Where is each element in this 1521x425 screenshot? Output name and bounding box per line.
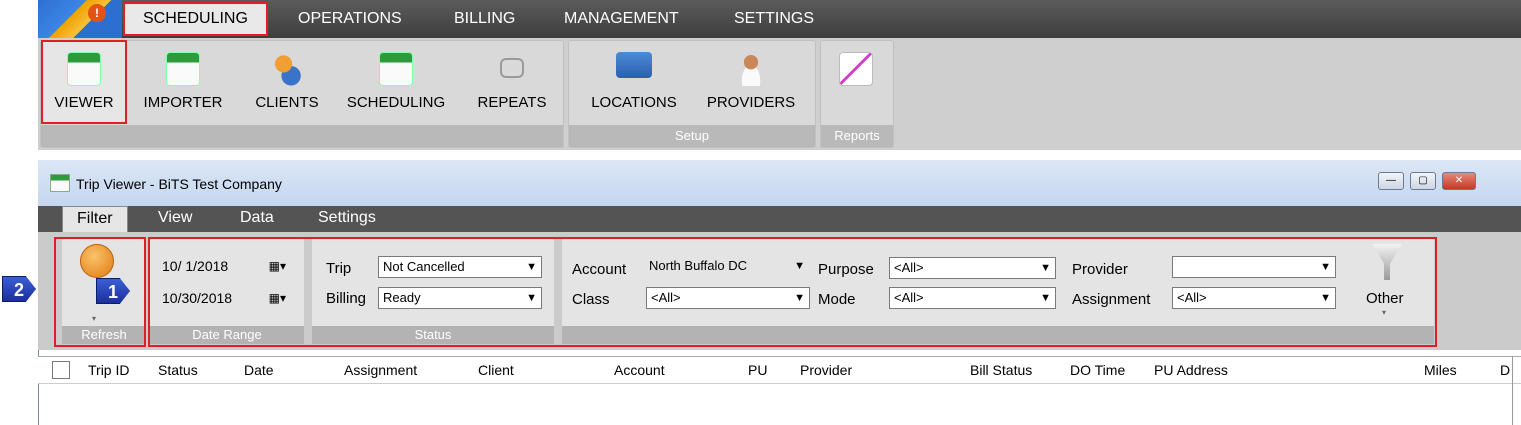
scheduling-button[interactable]: SCHEDULING — [340, 42, 452, 111]
date-from-picker[interactable]: 10/ 1/2018 ▦▾ — [158, 256, 290, 278]
chevron-down-icon: ▼ — [1040, 292, 1051, 304]
calendar-import-icon — [166, 52, 200, 86]
maximize-button[interactable]: ▢ — [1410, 172, 1436, 190]
purpose-select[interactable]: <All> ▼ — [889, 257, 1056, 279]
repeats-button[interactable]: REPEATS — [470, 42, 554, 111]
chevron-down-icon: ▼ — [1320, 261, 1331, 273]
column-header[interactable]: Status — [158, 362, 198, 378]
trip-select[interactable]: Not Cancelled ▼ — [378, 256, 542, 278]
calendar-schedule-icon — [379, 52, 413, 86]
app-logo[interactable]: ! — [38, 0, 122, 38]
menu-operations[interactable]: OPERATIONS — [280, 0, 420, 38]
billing-select[interactable]: Ready ▼ — [378, 287, 542, 309]
viewer-button[interactable]: VIEWER — [41, 40, 127, 124]
provider-person-icon — [734, 52, 768, 86]
people-icon — [270, 52, 304, 86]
class-label: Class — [572, 291, 610, 308]
provider-select[interactable]: ▼ — [1172, 256, 1336, 278]
chevron-down-icon: ▼ — [794, 292, 805, 304]
column-header[interactable]: Account — [614, 362, 665, 378]
billing-label: Billing — [326, 290, 367, 307]
callout-2: 2 — [2, 276, 36, 302]
account-label: Account — [572, 261, 627, 278]
mode-label: Mode — [818, 291, 856, 308]
chevron-down-icon: ▼ — [1040, 262, 1051, 274]
menu-management[interactable]: MANAGEMENT — [546, 0, 697, 38]
column-header[interactable]: Bill Status — [970, 362, 1032, 378]
providers-button[interactable]: PROVIDERS — [700, 42, 802, 111]
window-titlebar: Trip Viewer - BiTS Test Company — ▢ ✕ — [38, 160, 1521, 206]
purpose-label: Purpose — [818, 261, 874, 278]
tab-data[interactable]: Data — [226, 206, 288, 232]
calendar-icon — [50, 174, 70, 192]
provider-label: Provider — [1072, 261, 1128, 278]
refresh-icon[interactable] — [80, 244, 114, 278]
window-title: Trip Viewer - BiTS Test Company — [76, 176, 282, 192]
calendar-dropdown-icon[interactable]: ▦▾ — [269, 256, 286, 276]
importer-button[interactable]: IMPORTER — [138, 42, 228, 111]
column-header[interactable]: Trip ID — [88, 362, 129, 378]
date-range-label: Date Range — [150, 326, 304, 344]
menu-billing[interactable]: BILLING — [436, 0, 533, 38]
select-all-checkbox[interactable] — [52, 361, 70, 379]
calendar-icon — [67, 52, 101, 86]
reports-chart-button[interactable] — [828, 42, 884, 94]
column-header[interactable]: Miles — [1424, 362, 1457, 378]
tab-view[interactable]: View — [144, 206, 206, 232]
other-label[interactable]: Other — [1366, 290, 1404, 307]
column-header[interactable]: PU Address — [1154, 362, 1228, 378]
close-button[interactable]: ✕ — [1442, 172, 1476, 190]
alert-icon[interactable]: ! — [88, 4, 106, 22]
status-group-label: Status — [312, 326, 554, 344]
chevron-down-icon: ▼ — [526, 292, 537, 304]
clients-button[interactable]: CLIENTS — [250, 42, 324, 111]
reports-group-label: Reports — [821, 125, 893, 147]
chart-icon — [839, 52, 873, 86]
minimize-button[interactable]: — — [1378, 172, 1404, 190]
setup-group-label: Setup — [569, 125, 815, 147]
mode-select[interactable]: <All> ▼ — [889, 287, 1056, 309]
column-header[interactable]: DO Time — [1070, 362, 1125, 378]
menu-settings[interactable]: SETTINGS — [716, 0, 832, 38]
chevron-down-icon: ▼ — [526, 261, 537, 273]
menu-scheduling[interactable]: SCHEDULING — [123, 2, 268, 36]
assignment-label: Assignment — [1072, 291, 1151, 308]
column-header[interactable]: PU — [748, 362, 767, 378]
grid-border — [1512, 356, 1513, 425]
ribbon: Setup Reports VIEWER IMPORTER CLIENTS SC… — [38, 38, 1521, 150]
column-header[interactable]: Date — [244, 362, 274, 378]
column-header[interactable]: Client — [478, 362, 514, 378]
tab-filter[interactable]: Filter — [62, 206, 128, 232]
tab-settings[interactable]: Settings — [304, 206, 390, 232]
assignment-select[interactable]: <All> ▼ — [1172, 287, 1336, 309]
column-header[interactable]: D — [1500, 362, 1510, 378]
map-icon — [616, 52, 652, 78]
refresh-label: Refresh — [62, 326, 146, 344]
calendar-dropdown-icon[interactable]: ▦▾ — [269, 288, 286, 308]
chevron-down-icon: ▼ — [1320, 292, 1331, 304]
locations-button[interactable]: LOCATIONS — [584, 42, 684, 111]
refresh-dropdown-icon[interactable]: ▾ — [92, 314, 96, 323]
date-to-picker[interactable]: 10/30/2018 ▦▾ — [158, 288, 290, 310]
chevron-down-icon: ▼ — [794, 260, 805, 272]
account-select[interactable]: North Buffalo DC ▼ — [645, 256, 809, 278]
class-select[interactable]: <All> ▼ — [646, 287, 810, 309]
other-dropdown-icon[interactable]: ▾ — [1382, 308, 1386, 317]
column-header[interactable]: Provider — [800, 362, 852, 378]
viewer-tabs: Filter View Data Settings — [38, 206, 1521, 232]
trip-label: Trip — [326, 260, 352, 277]
repeat-icon — [500, 58, 524, 78]
column-header[interactable]: Assignment — [344, 362, 417, 378]
